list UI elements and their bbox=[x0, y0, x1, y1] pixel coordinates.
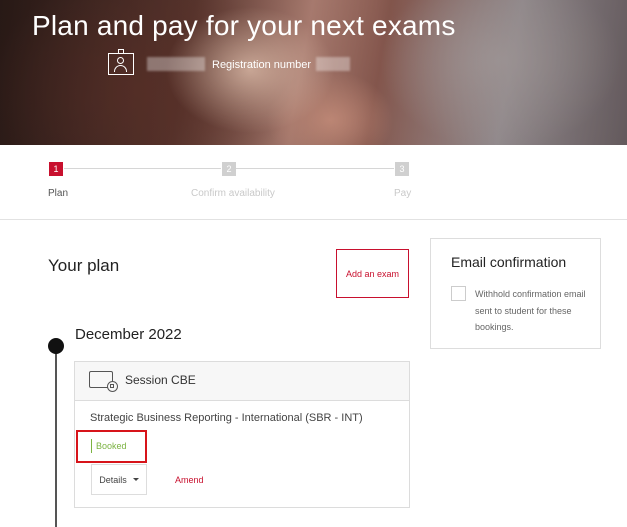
id-card-icon bbox=[108, 49, 134, 75]
status-badge: Booked bbox=[96, 441, 127, 451]
step-2-number: 2 bbox=[222, 162, 236, 176]
withhold-email-label: Withhold confirmation email sent to stud… bbox=[475, 289, 586, 332]
registration-number-label: Registration number bbox=[212, 59, 312, 71]
your-plan-heading: Your plan bbox=[48, 256, 120, 275]
caret-down-icon bbox=[132, 478, 139, 481]
withhold-email-checkbox[interactable] bbox=[451, 286, 466, 301]
hero-banner: Plan and pay for your next exams Registr… bbox=[0, 0, 627, 145]
page-title: Plan and pay for your next exams bbox=[32, 10, 456, 41]
step-1-number: 1 bbox=[49, 162, 63, 176]
add-exam-button[interactable]: Add an exam bbox=[336, 249, 409, 298]
session-type-label: Session CBE bbox=[125, 373, 196, 387]
timeline-line bbox=[55, 346, 57, 527]
redacted-name bbox=[147, 57, 205, 71]
computer-exam-icon bbox=[89, 371, 118, 392]
step-3-label: Pay bbox=[394, 188, 412, 199]
amend-link[interactable]: Amend bbox=[175, 475, 204, 485]
timeline-dot bbox=[48, 338, 64, 354]
email-confirmation-panel: Email confirmation Withhold confirmation… bbox=[430, 238, 601, 349]
status-bar bbox=[91, 439, 92, 453]
month-heading: December 2022 bbox=[75, 326, 182, 343]
step-connector bbox=[64, 168, 221, 169]
exam-name: Strategic Business Reporting - Internati… bbox=[90, 412, 363, 424]
redacted-registration-number bbox=[316, 57, 350, 71]
details-dropdown-button[interactable]: Details bbox=[91, 464, 147, 495]
step-connector bbox=[236, 168, 394, 169]
step-3-number: 3 bbox=[395, 162, 409, 176]
exam-session-card: Session CBE Strategic Business Reporting… bbox=[74, 361, 410, 508]
step-2-label: Confirm availability bbox=[191, 188, 275, 199]
step-1-label: Plan bbox=[48, 188, 69, 199]
session-header: Session CBE bbox=[75, 362, 409, 401]
progress-stepper: 1 Plan 2 Confirm availability 3 Pay bbox=[0, 145, 627, 220]
details-label: Details bbox=[99, 474, 127, 485]
email-confirmation-title: Email confirmation bbox=[451, 254, 567, 270]
